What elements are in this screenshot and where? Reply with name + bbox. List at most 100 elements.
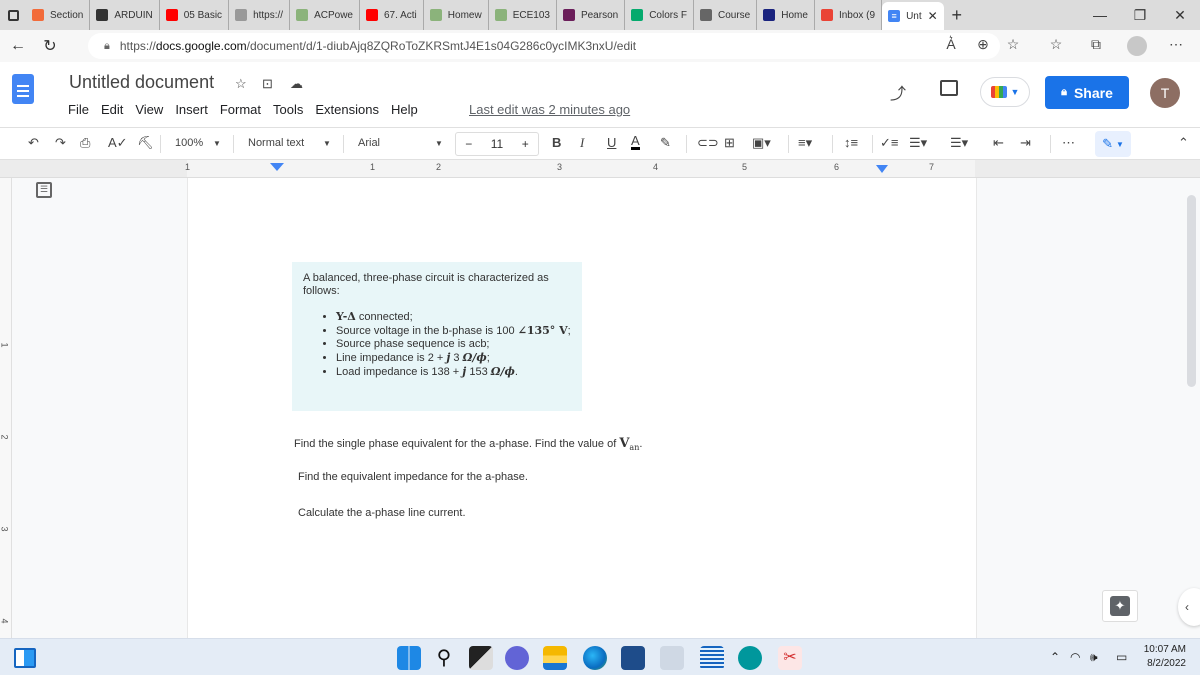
tab-active-docs[interactable]: ≡ Unt ✕ xyxy=(882,2,944,30)
zoom-select[interactable]: 100% xyxy=(175,137,203,149)
browser-tab[interactable]: Inbox (9 xyxy=(815,0,883,30)
menu-insert[interactable]: Insert xyxy=(175,102,208,117)
italic-button[interactable]: I xyxy=(580,135,584,151)
underline-button[interactable]: U xyxy=(607,135,616,150)
volume-icon[interactable]: 🕪︎ xyxy=(1090,650,1098,665)
collections-icon[interactable]: ⧉ xyxy=(1085,36,1107,53)
cloud-saved-icon[interactable]: ☁ xyxy=(290,76,303,92)
side-panel-toggle[interactable]: ‹ xyxy=(1178,588,1200,626)
read-aloud-icon[interactable]: A͛ xyxy=(940,36,962,52)
highlight-icon[interactable]: ✎ xyxy=(660,135,671,151)
browser-tab[interactable]: Homew xyxy=(424,0,489,30)
print-icon[interactable]: ⎙ xyxy=(80,135,90,151)
redo-icon[interactable]: ↷ xyxy=(55,135,66,151)
bulleted-list-icon[interactable]: ☰▾ xyxy=(909,135,927,151)
menu-tools[interactable]: Tools xyxy=(273,102,303,117)
line-spacing-icon[interactable]: ↕≡ xyxy=(844,135,858,150)
browser-tab[interactable]: Colors F xyxy=(625,0,694,30)
decrease-font-size-button[interactable]: − xyxy=(465,137,472,151)
microsoft-store-icon[interactable] xyxy=(621,646,645,670)
checklist-icon[interactable]: ✓≡ xyxy=(880,135,898,151)
add-favorite-icon[interactable]: ☆ xyxy=(1002,36,1024,53)
arduino-ide-icon[interactable] xyxy=(738,646,762,670)
close-tab-icon[interactable]: ✕ xyxy=(928,9,938,23)
refresh-icon[interactable]: ↻ xyxy=(34,36,66,56)
document-outline-icon[interactable]: ☰ xyxy=(36,182,52,198)
bold-button[interactable]: B xyxy=(552,135,561,150)
docs-logo-icon[interactable] xyxy=(12,74,34,104)
document-title[interactable]: Untitled document xyxy=(69,72,214,93)
comments-icon[interactable] xyxy=(940,80,958,96)
browser-tab[interactable]: Pearson xyxy=(557,0,626,30)
browser-tab[interactable]: ECE103 xyxy=(489,0,557,30)
document-page[interactable]: A balanced, three-phase circuit is chara… xyxy=(187,178,977,638)
browser-tab[interactable]: https:// xyxy=(229,0,291,30)
file-explorer-icon[interactable] xyxy=(543,646,567,670)
restore-button[interactable]: ❐ xyxy=(1120,0,1160,30)
wordpad-icon[interactable] xyxy=(660,646,684,670)
teams-chat-icon[interactable] xyxy=(505,646,529,670)
add-comment-icon[interactable]: ⊞ xyxy=(724,135,735,151)
snipping-tool-icon[interactable]: ✂ xyxy=(778,646,802,670)
text-color-button[interactable]: A xyxy=(631,134,640,150)
new-tab-button[interactable]: + xyxy=(944,5,970,26)
increase-font-size-button[interactable]: + xyxy=(522,137,529,151)
close-window-button[interactable]: ✕ xyxy=(1160,0,1200,30)
right-indent-marker[interactable] xyxy=(876,165,888,173)
back-arrow-icon[interactable]: ← xyxy=(2,37,34,55)
explore-button[interactable]: ✦ xyxy=(1102,590,1138,622)
font-size-stepper[interactable]: − 11 + xyxy=(455,132,539,156)
spellcheck-icon[interactable]: A✓ xyxy=(108,135,128,151)
left-indent-marker[interactable] xyxy=(270,163,284,171)
edge-browser-icon[interactable] xyxy=(583,646,607,670)
show-hidden-icons-icon[interactable]: ⌃ xyxy=(1050,650,1060,664)
share-button[interactable]: 🔒︎ Share xyxy=(1045,76,1129,109)
decrease-indent-icon[interactable]: ⇤ xyxy=(993,135,1004,151)
vertical-scrollbar[interactable] xyxy=(1187,195,1196,387)
star-icon[interactable]: ☆ xyxy=(235,76,247,92)
move-folder-icon[interactable]: ⊡ xyxy=(262,76,273,92)
browser-tab[interactable]: Section xyxy=(26,0,91,30)
increase-indent-icon[interactable]: ⇥ xyxy=(1020,135,1031,151)
style-select[interactable]: Normal text xyxy=(248,137,304,149)
activity-trend-icon[interactable]: ⤴ xyxy=(890,80,906,104)
task-view-icon[interactable] xyxy=(469,646,493,670)
widgets-icon[interactable] xyxy=(14,648,36,668)
zoom-icon[interactable]: ⊕ xyxy=(972,36,994,53)
battery-icon[interactable]: ▭ xyxy=(1116,650,1127,664)
browser-tab[interactable]: Course xyxy=(694,0,758,30)
avatar[interactable]: T xyxy=(1150,78,1180,108)
tab-actions-icon[interactable] xyxy=(0,0,26,30)
more-options-button[interactable]: ⋯ xyxy=(1062,135,1075,151)
notepad-icon[interactable] xyxy=(700,646,724,670)
numbered-list-icon[interactable]: ☰▾ xyxy=(950,135,968,151)
paint-format-icon[interactable]: ⛏ xyxy=(137,135,154,151)
undo-icon[interactable]: ↶ xyxy=(28,135,39,151)
minimize-button[interactable]: — xyxy=(1080,0,1120,30)
start-windows-icon[interactable] xyxy=(397,646,421,670)
editing-mode-button[interactable]: ✎ ▼ xyxy=(1095,131,1131,157)
last-edit-link[interactable]: Last edit was 2 minutes ago xyxy=(469,102,630,117)
url-input[interactable]: 🔒︎ https://docs.google.com/document/d/1-… xyxy=(88,33,1000,59)
meet-button[interactable]: ▼ xyxy=(980,77,1030,107)
menu-edit[interactable]: Edit xyxy=(101,102,123,117)
link-icon[interactable]: ⊂⊃ xyxy=(697,135,719,151)
settings-more-icon[interactable]: ⋯ xyxy=(1165,36,1187,53)
font-size-input[interactable]: 11 xyxy=(491,137,503,151)
wifi-icon[interactable]: ◠ xyxy=(1070,650,1080,664)
browser-tab[interactable]: ARDUIN xyxy=(90,0,160,30)
browser-tab[interactable]: 67. Acti xyxy=(360,0,424,30)
menu-format[interactable]: Format xyxy=(220,102,261,117)
insert-image-icon[interactable]: ▣▾ xyxy=(752,135,771,151)
font-select[interactable]: Arial xyxy=(358,137,380,149)
favorites-icon[interactable]: ☆ xyxy=(1045,36,1067,53)
align-icon[interactable]: ≡▾ xyxy=(798,135,812,151)
system-clock[interactable]: 10:07 AM 8/2/2022 xyxy=(1144,643,1186,671)
menu-help[interactable]: Help xyxy=(391,102,418,117)
collapse-menus-icon[interactable]: ⌃ xyxy=(1178,135,1189,151)
browser-tab[interactable]: 05 Basic xyxy=(160,0,230,30)
menu-view[interactable]: View xyxy=(135,102,163,117)
menu-file[interactable]: File xyxy=(68,102,89,117)
browser-tab[interactable]: ACPowe xyxy=(290,0,360,30)
profile-icon[interactable] xyxy=(1127,36,1147,56)
